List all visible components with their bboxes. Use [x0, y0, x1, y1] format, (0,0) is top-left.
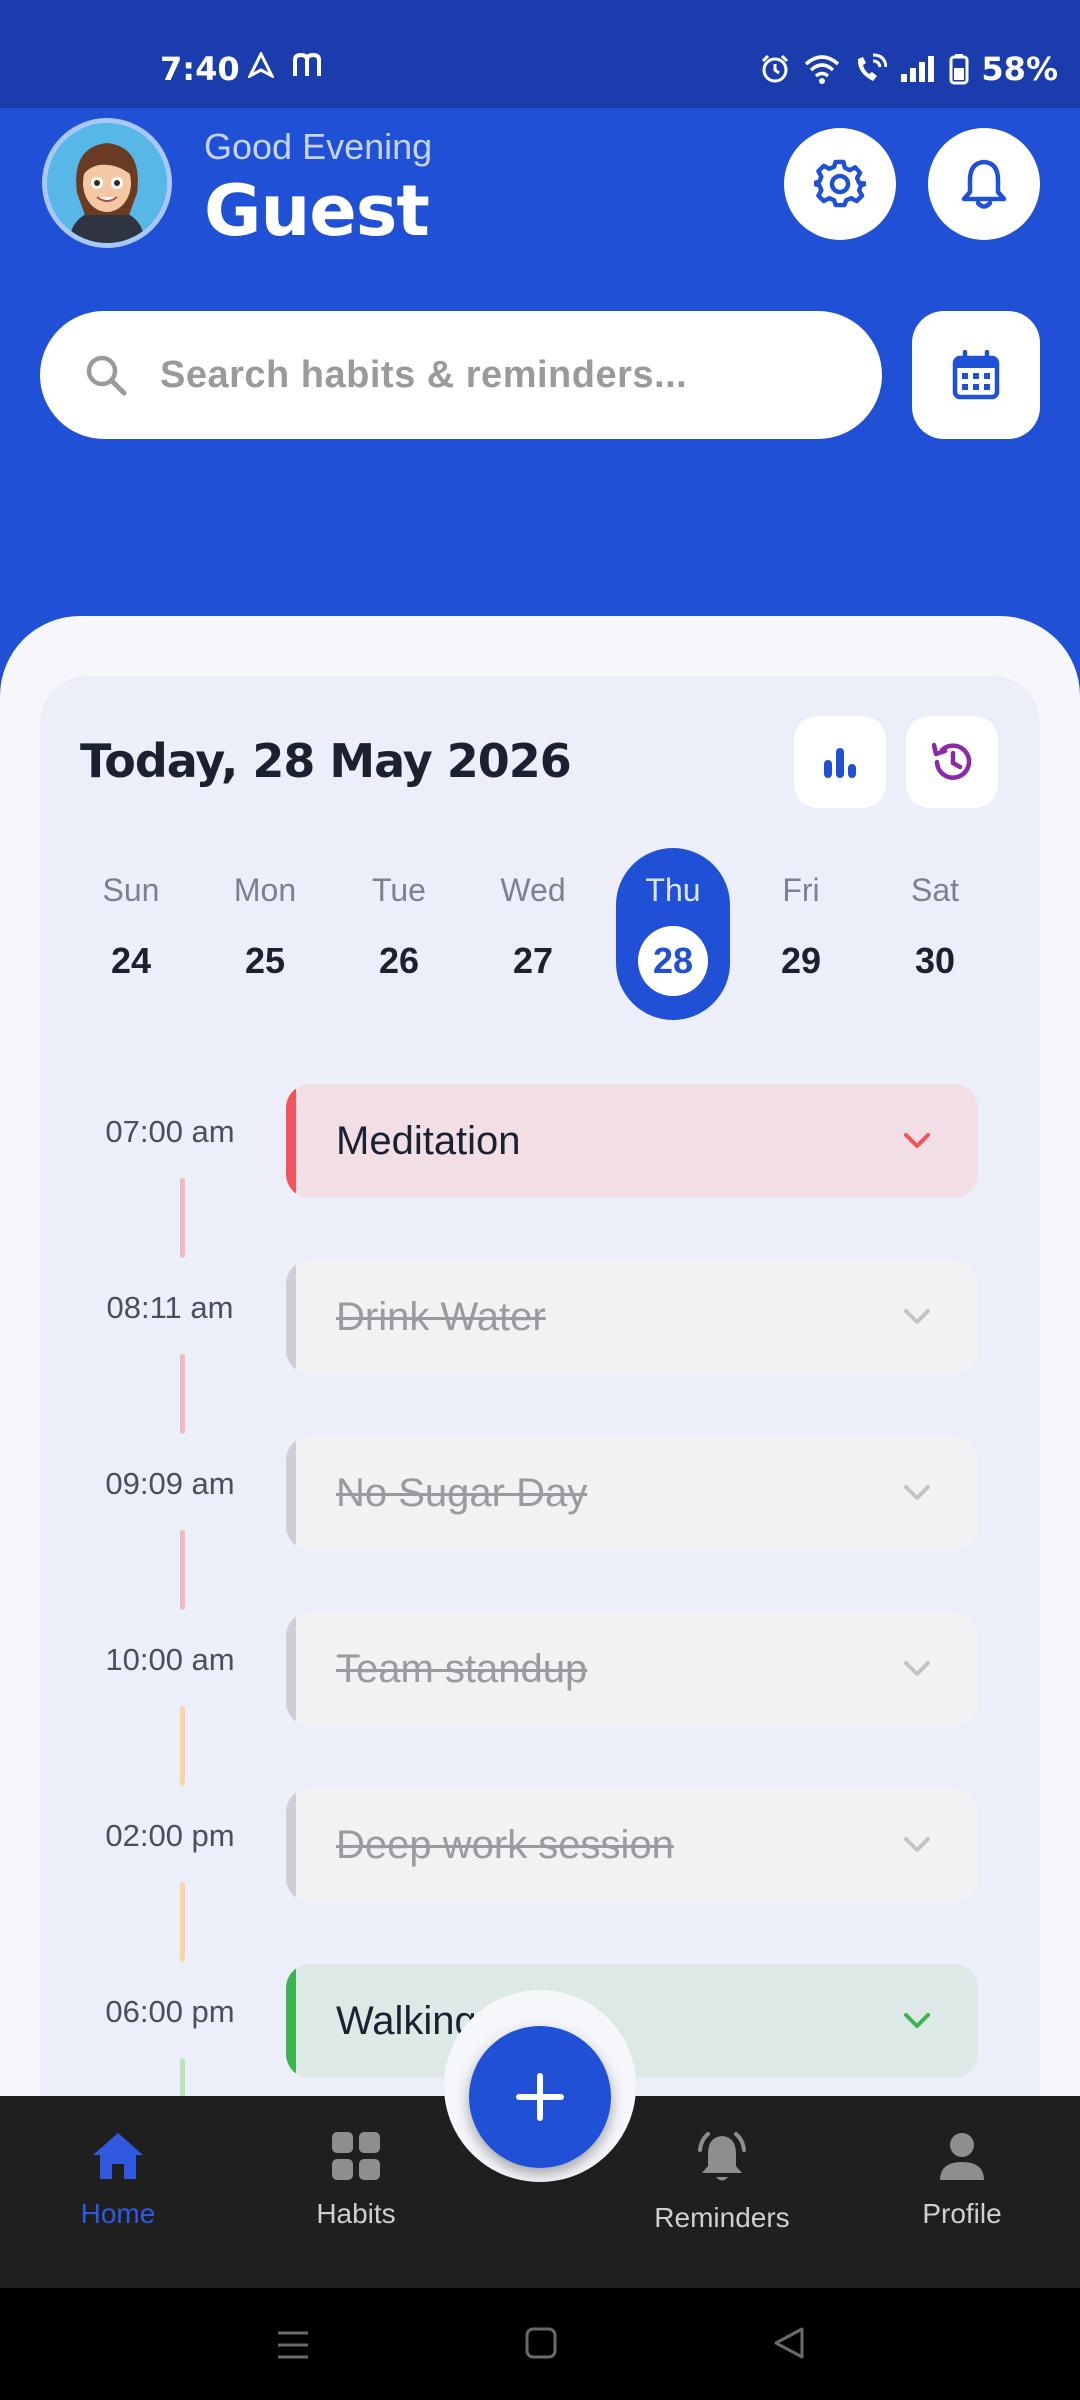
- timeline-connector: [180, 1882, 185, 1962]
- alarm-icon: [762, 54, 789, 83]
- task-title: Deep work session: [336, 1822, 674, 1867]
- task-card-drink-water[interactable]: Drink Water: [286, 1260, 978, 1374]
- nav-label: Habits: [316, 2198, 396, 2229]
- navigation-icon: [248, 52, 274, 78]
- task-accent-bar: [286, 1260, 296, 1374]
- calendar-icon: [952, 350, 1000, 400]
- task-time: 09:09 am: [105, 1466, 235, 1501]
- recents-icon[interactable]: [276, 2328, 310, 2362]
- bell-ring-icon: [698, 2132, 746, 2181]
- person-icon: [940, 2133, 984, 2180]
- task-card-team-standup[interactable]: Team standup: [286, 1612, 978, 1726]
- avatar[interactable]: [42, 118, 172, 248]
- chevron-down-icon[interactable]: [902, 1483, 932, 1503]
- chevron-down-icon[interactable]: [902, 1659, 932, 1679]
- task-title: Meditation: [336, 1118, 521, 1163]
- timeline-connector: [180, 1354, 185, 1434]
- search-placeholder: Search habits & reminders...: [160, 353, 688, 396]
- search-icon: [86, 355, 127, 396]
- chevron-down-icon[interactable]: [902, 1307, 932, 1327]
- notifications-button[interactable]: [928, 128, 1040, 240]
- home-system-icon[interactable]: [524, 2326, 558, 2360]
- task-card-meditation[interactable]: Meditation: [286, 1084, 978, 1198]
- battery-percent: 58%: [981, 50, 1058, 88]
- m-app-icon: [293, 52, 321, 76]
- timeline: 07:00 am Meditation 08:11 am Drink Water…: [40, 676, 1040, 2176]
- calendar-button[interactable]: [912, 311, 1040, 439]
- nav-label: Home: [80, 2198, 156, 2229]
- task-accent-bar: [286, 1436, 296, 1550]
- timeline-connector: [180, 1530, 185, 1610]
- home-icon: [93, 2133, 143, 2179]
- timeline-connector: [180, 1178, 185, 1258]
- plus-icon: [516, 2073, 564, 2121]
- grid-icon: [332, 2132, 380, 2180]
- nav-label: Profile: [922, 2198, 1002, 2229]
- task-time: 08:11 am: [106, 1290, 234, 1325]
- avatar-illustration: [47, 123, 167, 243]
- timeline-connector: [180, 1706, 185, 1786]
- search-bar[interactable]: Search habits & reminders...: [40, 311, 882, 439]
- signal-icon: [901, 56, 935, 82]
- schedule-card: Today, 28 May 2026 Sun 24 Mon 25 Tue 26 …: [40, 676, 1040, 2176]
- task-accent-bar: [286, 1964, 296, 2078]
- nav-label: Reminders: [654, 2202, 790, 2233]
- nav-reminders[interactable]: Reminders: [622, 2130, 822, 2234]
- task-time: 06:00 pm: [105, 1994, 235, 2029]
- username: Guest: [204, 170, 430, 252]
- wifi-icon: [805, 55, 840, 84]
- add-button[interactable]: [469, 2026, 611, 2168]
- task-card-no-sugar-day[interactable]: No Sugar Day: [286, 1436, 978, 1550]
- task-accent-bar: [286, 1612, 296, 1726]
- chevron-down-icon[interactable]: [902, 1835, 932, 1855]
- greeting-text: Good Evening: [204, 126, 433, 167]
- task-time: 07:00 am: [105, 1114, 235, 1149]
- chevron-down-icon[interactable]: [902, 1131, 932, 1151]
- task-title: No Sugar Day: [336, 1470, 588, 1515]
- nav-home[interactable]: Home: [18, 2130, 218, 2230]
- status-time: 7:40: [160, 50, 240, 88]
- task-card-deep-work-session[interactable]: Deep work session: [286, 1788, 978, 1902]
- task-title: Team standup: [336, 1646, 588, 1691]
- task-time: 02:00 pm: [105, 1818, 235, 1853]
- back-icon[interactable]: [772, 2326, 806, 2360]
- gear-icon: [814, 159, 866, 208]
- nav-habits[interactable]: Habits: [256, 2130, 456, 2230]
- wifi-call-icon: [858, 53, 888, 81]
- main-sheet: Today, 28 May 2026 Sun 24 Mon 25 Tue 26 …: [0, 616, 1080, 2176]
- battery-icon: [949, 54, 969, 85]
- bell-icon: [961, 159, 1007, 209]
- task-accent-bar: [286, 1788, 296, 1902]
- task-time: 10:00 am: [105, 1642, 235, 1677]
- task-title: Drink Water: [336, 1294, 546, 1339]
- settings-button[interactable]: [784, 128, 896, 240]
- nav-profile[interactable]: Profile: [862, 2130, 1062, 2230]
- system-nav-bar: [0, 2288, 1080, 2400]
- status-bar: 7:40 58%: [0, 0, 1080, 108]
- chevron-down-icon[interactable]: [902, 2011, 932, 2031]
- task-accent-bar: [286, 1084, 296, 1198]
